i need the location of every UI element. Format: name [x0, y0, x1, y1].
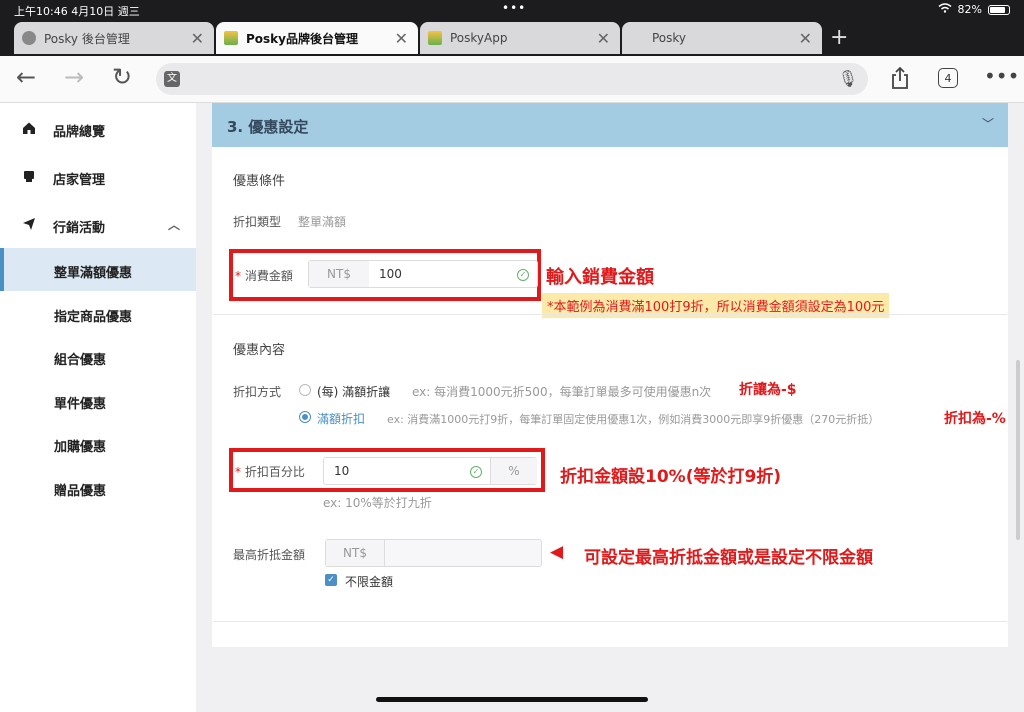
- option-percent-hint: ex: 消費滿1000元打9折，每筆訂單固定使用優惠1次，例如消費3000元即享…: [387, 413, 880, 426]
- annotation-amount: 輸入銷費金額: [546, 267, 654, 288]
- percent-field[interactable]: 10 ✓ %: [323, 457, 537, 485]
- tab-title: Posky品牌後台管理: [246, 31, 358, 46]
- sidebar-subitem-add-on[interactable]: 加購優惠: [0, 422, 196, 465]
- browser-tab[interactable]: Posky 後台管理 ✕: [14, 22, 214, 54]
- check-circle-icon: ✓: [470, 466, 482, 478]
- sidebar-subitem-gift[interactable]: 贈品優惠: [0, 466, 196, 509]
- divider: [213, 314, 1007, 315]
- address-bar[interactable]: 文 🎙: [156, 63, 868, 95]
- sidebar-item-label: 組合優惠: [54, 353, 107, 368]
- sidebar-item-label: 行銷活動: [53, 221, 106, 236]
- battery-icon: [988, 4, 1010, 15]
- amount-label: * 消費金額: [235, 269, 293, 283]
- annotation-percent: 折扣金額設10%(等於打9折): [560, 467, 782, 487]
- translate-icon[interactable]: 文: [164, 71, 180, 87]
- annotation-option-percent: 折扣為-%: [944, 411, 1006, 427]
- sidebar-item-label: 整單滿額優惠: [54, 266, 133, 281]
- divider: [213, 621, 1007, 622]
- site-logo-icon: [224, 31, 238, 45]
- browser-tab-active[interactable]: Posky品牌後台管理 ✕: [216, 22, 418, 54]
- max-discount-prefix: NT$: [326, 540, 385, 566]
- battery-percent: 82%: [957, 3, 982, 16]
- discount-method-label: 折扣方式: [233, 385, 282, 399]
- sidebar-item-label: 單件優惠: [54, 397, 107, 412]
- forward-icon[interactable]: →: [64, 63, 84, 91]
- tabs-icon[interactable]: 4: [938, 68, 958, 88]
- sidebar-item-label: 店家管理: [53, 173, 106, 188]
- send-icon: [22, 217, 36, 231]
- back-icon[interactable]: ←: [16, 63, 36, 91]
- option-allowance-label[interactable]: (每) 滿額折讓: [317, 383, 390, 400]
- annotation-max: 可設定最高折抵金額或是設定不限金額: [584, 548, 873, 568]
- wifi-icon: [938, 3, 952, 16]
- amount-input[interactable]: 100: [379, 267, 402, 281]
- browser-toolbar: ← → ↻ 文 🎙 4 •••: [0, 56, 1024, 103]
- mic-icon[interactable]: 🎙: [838, 69, 858, 88]
- status-time: 上午10:46 4月10日 週三: [14, 5, 140, 18]
- sidebar-item-store-management[interactable]: 店家管理: [0, 155, 196, 199]
- sidebar-item-label: 贈品優惠: [54, 484, 107, 499]
- tab-title: PoskyApp: [450, 31, 508, 45]
- discount-type-value: 整單滿額: [298, 215, 347, 229]
- more-icon[interactable]: •••: [984, 64, 1019, 88]
- option-allowance-hint: ex: 每消費1000元折500，每筆訂單最多可使用優惠n次: [412, 385, 712, 399]
- amount-field[interactable]: NT$ 100 ✓: [308, 260, 538, 288]
- close-icon[interactable]: ✕: [597, 29, 610, 48]
- discount-type-label: 折扣類型: [233, 215, 282, 229]
- radio-option-allowance[interactable]: [299, 384, 311, 396]
- sidebar-item-label: 指定商品優惠: [54, 310, 133, 325]
- chevron-up-icon[interactable]: ︿: [168, 216, 180, 233]
- sidebar-item-label: 加購優惠: [54, 440, 107, 455]
- sidebar-item-brand-overview[interactable]: 品牌總覽: [0, 107, 196, 151]
- site-logo-icon: [428, 31, 442, 45]
- new-tab-icon[interactable]: +: [830, 25, 848, 50]
- percent-label: * 折扣百分比: [235, 465, 305, 479]
- conditions-heading: 優惠條件: [233, 174, 286, 189]
- sidebar-subitem-combo[interactable]: 組合優惠: [0, 335, 196, 378]
- store-icon: [22, 169, 36, 183]
- status-right: 82%: [938, 3, 1010, 16]
- multitask-dots-icon[interactable]: •••: [502, 1, 526, 15]
- chevron-down-icon[interactable]: ﹀: [982, 115, 994, 132]
- percent-suffix: %: [490, 458, 537, 484]
- home-indicator[interactable]: [376, 697, 648, 702]
- content-heading: 優惠內容: [233, 343, 286, 358]
- percent-input[interactable]: 10: [334, 464, 349, 478]
- close-icon[interactable]: ✕: [191, 29, 204, 48]
- check-circle-icon: ✓: [517, 269, 529, 281]
- annotation-arrow-icon: ◀: [550, 542, 564, 562]
- percent-hint: ex: 10%等於打九折: [323, 496, 432, 510]
- sidebar-subitem-product-discount[interactable]: 指定商品優惠: [0, 292, 196, 335]
- max-discount-field[interactable]: NT$: [325, 539, 542, 567]
- sidebar-item-label: 品牌總覽: [53, 125, 106, 140]
- scrollbar[interactable]: [1016, 360, 1020, 540]
- section-title: 3. 優惠設定: [227, 118, 309, 136]
- tab-title: Posky: [652, 31, 687, 45]
- amount-prefix: NT$: [309, 261, 369, 287]
- sidebar-subitem-order-threshold[interactable]: 整單滿額優惠: [0, 248, 196, 291]
- sidebar-item-marketing[interactable]: 行銷活動 ︿: [0, 203, 196, 247]
- status-bar: 上午10:46 4月10日 週三 ••• 82%: [0, 0, 1024, 20]
- unlimited-label[interactable]: 不限金額: [345, 573, 393, 590]
- tab-title: Posky 後台管理: [44, 31, 130, 46]
- share-icon[interactable]: [890, 66, 910, 94]
- section-header[interactable]: 3. 優惠設定 ﹀: [212, 103, 1008, 147]
- browser-tab[interactable]: Posky ✕: [622, 22, 822, 54]
- unlimited-checkbox[interactable]: ✓: [325, 574, 337, 586]
- browser-tab[interactable]: PoskyApp ✕: [420, 22, 620, 54]
- radio-option-percent[interactable]: [299, 411, 311, 423]
- reload-icon[interactable]: ↻: [112, 63, 132, 91]
- home-icon: [22, 121, 36, 135]
- sidebar: 品牌總覽 店家管理 行銷活動 ︿ 整單滿額優惠 指定商品優惠 組合優惠 單件優惠…: [0, 103, 196, 712]
- sidebar-subitem-single-item[interactable]: 單件優惠: [0, 379, 196, 422]
- max-discount-label: 最高折抵金額: [233, 548, 306, 562]
- close-icon[interactable]: ✕: [395, 29, 408, 48]
- close-icon[interactable]: ✕: [799, 29, 812, 48]
- annotation-option-allowance: 折讓為-$: [739, 382, 797, 398]
- globe-icon: [22, 31, 36, 45]
- option-percent-label[interactable]: 滿額折扣: [317, 410, 365, 427]
